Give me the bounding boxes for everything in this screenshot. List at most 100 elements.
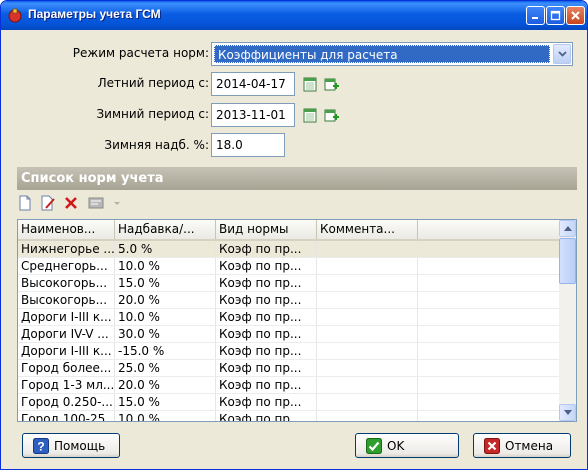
cell-norm-type: Коэф по пр... bbox=[216, 411, 317, 421]
cell-comment bbox=[317, 309, 418, 325]
cancel-button-label: Отмена bbox=[505, 438, 554, 453]
ok-button[interactable]: OK bbox=[355, 433, 459, 458]
close-button[interactable] bbox=[566, 6, 585, 25]
table-row[interactable]: Город 0.250-... 15.0 % Коэф по пр... bbox=[18, 394, 560, 411]
cell-surcharge: 20.0 % bbox=[115, 292, 216, 308]
mode-select[interactable]: Коэффициенты для расчета bbox=[211, 42, 573, 66]
arrow-up-icon bbox=[563, 226, 572, 231]
table-row[interactable]: Высокогорь... 20.0 % Коэф по пр... bbox=[18, 292, 560, 309]
winter-label: Зимний период с: bbox=[96, 107, 209, 121]
cell-comment bbox=[317, 292, 418, 308]
window-title: Параметры учета ГСМ bbox=[28, 7, 161, 21]
title-bar[interactable]: Параметры учета ГСМ bbox=[1, 1, 587, 30]
table-row[interactable]: Город более... 25.0 % Коэф по пр... bbox=[18, 360, 560, 377]
table-row[interactable]: Дороги I-III к... -15.0 % Коэф по пр... bbox=[18, 343, 560, 360]
cell-norm-type: Коэф по пр... bbox=[216, 275, 317, 291]
minimize-icon bbox=[532, 17, 538, 19]
cell-norm-type: Коэф по пр... bbox=[216, 377, 317, 393]
cell-norm-type: Коэф по пр... bbox=[216, 241, 317, 257]
norms-table[interactable]: Наименов... Надбавка/... Вид нормы Комме… bbox=[17, 219, 577, 422]
table-row[interactable]: Нижнегорье ... 5.0 % Коэф по пр... bbox=[18, 241, 560, 258]
cell-norm-type: Коэф по пр... bbox=[216, 258, 317, 274]
chevron-down-icon bbox=[557, 51, 567, 57]
help-icon: ? bbox=[33, 437, 49, 454]
cell-surcharge: 30.0 % bbox=[115, 326, 216, 342]
table-row[interactable]: Дороги IV-V ... 30.0 % Коэф по пр... bbox=[18, 326, 560, 343]
cancel-button[interactable]: Отмена bbox=[473, 433, 571, 458]
mode-label: Режим расчета норм: bbox=[72, 46, 209, 60]
new-document-icon[interactable] bbox=[17, 195, 33, 211]
winter-date-field[interactable]: 2013-11-01 bbox=[211, 103, 295, 127]
summer-label: Летний период с: bbox=[97, 76, 209, 90]
fuel-app-icon bbox=[8, 8, 22, 23]
winter-add-field[interactable]: 18.0 bbox=[211, 133, 285, 157]
ok-button-label: OK bbox=[387, 438, 405, 453]
table-row[interactable]: Город 1-3 мл... 20.0 % Коэф по пр... bbox=[18, 377, 560, 394]
scroll-down-button[interactable] bbox=[559, 404, 576, 421]
cell-surcharge: 5.0 % bbox=[115, 241, 216, 257]
cell-surcharge: 15.0 % bbox=[115, 275, 216, 291]
cell-surcharge: 20.0 % bbox=[115, 377, 216, 393]
cell-name: Дороги I-III к... bbox=[18, 343, 115, 359]
calendar-add-icon[interactable] bbox=[324, 107, 340, 123]
checkmark-icon bbox=[366, 437, 382, 454]
cell-comment bbox=[317, 275, 418, 291]
cell-name: Среднегорь... bbox=[18, 258, 115, 274]
close-icon bbox=[571, 11, 580, 20]
help-button[interactable]: ? Помощь bbox=[22, 433, 120, 458]
calendar-icon[interactable] bbox=[302, 76, 318, 92]
cell-name: Город 1-3 мл... bbox=[18, 377, 115, 393]
delete-icon[interactable] bbox=[63, 195, 79, 211]
cell-comment bbox=[317, 360, 418, 376]
table-row[interactable]: Среднегорь... 10.0 % Коэф по пр... bbox=[18, 258, 560, 275]
cell-name: Дороги IV-V ... bbox=[18, 326, 115, 342]
cell-surcharge: 25.0 % bbox=[115, 360, 216, 376]
table-row[interactable]: Город 100-25... 10.0 % Коэф по пр... bbox=[18, 411, 560, 421]
table-header: Наименов... Надбавка/... Вид нормы Комме… bbox=[18, 220, 560, 241]
cell-surcharge: -15.0 % bbox=[115, 343, 216, 359]
cell-comment bbox=[317, 377, 418, 393]
minimize-button[interactable] bbox=[526, 6, 545, 25]
table-row[interactable]: Высокогорь... 15.0 % Коэф по пр... bbox=[18, 275, 560, 292]
cell-comment bbox=[317, 343, 418, 359]
summer-date-field[interactable]: 2014-04-17 bbox=[211, 72, 295, 96]
vertical-scrollbar[interactable] bbox=[559, 220, 576, 421]
cell-comment bbox=[317, 326, 418, 342]
cell-norm-type: Коэф по пр... bbox=[216, 394, 317, 410]
column-header-surcharge[interactable]: Надбавка/... bbox=[115, 220, 216, 239]
cell-surcharge: 10.0 % bbox=[115, 411, 216, 421]
scroll-up-button[interactable] bbox=[559, 220, 576, 237]
mode-select-value: Коэффициенты для расчета bbox=[214, 45, 550, 63]
cell-name: Дороги I-III к... bbox=[18, 309, 115, 325]
cell-norm-type: Коэф по пр... bbox=[216, 360, 317, 376]
mode-select-dropdown-button[interactable] bbox=[553, 44, 571, 64]
norms-list-header: Список норм учета bbox=[17, 167, 577, 190]
column-header-name[interactable]: Наименов... bbox=[18, 220, 115, 239]
cell-name: Высокогорь... bbox=[18, 275, 115, 291]
cell-norm-type: Коэф по пр... bbox=[216, 326, 317, 342]
edit-document-icon[interactable] bbox=[40, 195, 56, 211]
cell-comment bbox=[317, 241, 418, 257]
table-row[interactable]: Дороги I-III к... 10.0 % Коэф по пр... bbox=[18, 309, 560, 326]
norms-toolbar bbox=[17, 192, 577, 214]
scroll-thumb[interactable] bbox=[559, 238, 576, 284]
cell-name: Город 100-25... bbox=[18, 411, 115, 421]
cell-norm-type: Коэф по пр... bbox=[216, 309, 317, 325]
dropdown-arrow-icon[interactable] bbox=[109, 195, 125, 211]
winter-add-label: Зимняя надб. %: bbox=[104, 138, 209, 152]
calendar-add-icon[interactable] bbox=[324, 76, 340, 92]
cell-name: Город более... bbox=[18, 360, 115, 376]
column-header-comment[interactable]: Коммента... bbox=[317, 220, 418, 239]
maximize-button[interactable] bbox=[546, 6, 565, 25]
column-header-norm-type[interactable]: Вид нормы bbox=[216, 220, 317, 239]
cell-comment bbox=[317, 411, 418, 421]
cell-comment bbox=[317, 394, 418, 410]
maximize-icon bbox=[550, 10, 561, 21]
dialog-body: Режим расчета норм: Коэффициенты для рас… bbox=[5, 30, 583, 467]
properties-icon[interactable] bbox=[88, 195, 104, 211]
cell-name: Город 0.250-... bbox=[18, 394, 115, 410]
dialog-window: Параметры учета ГСМ Режим расчета норм: … bbox=[0, 0, 588, 470]
cell-name: Высокогорь... bbox=[18, 292, 115, 308]
svg-text:?: ? bbox=[37, 439, 44, 453]
calendar-icon[interactable] bbox=[302, 107, 318, 123]
